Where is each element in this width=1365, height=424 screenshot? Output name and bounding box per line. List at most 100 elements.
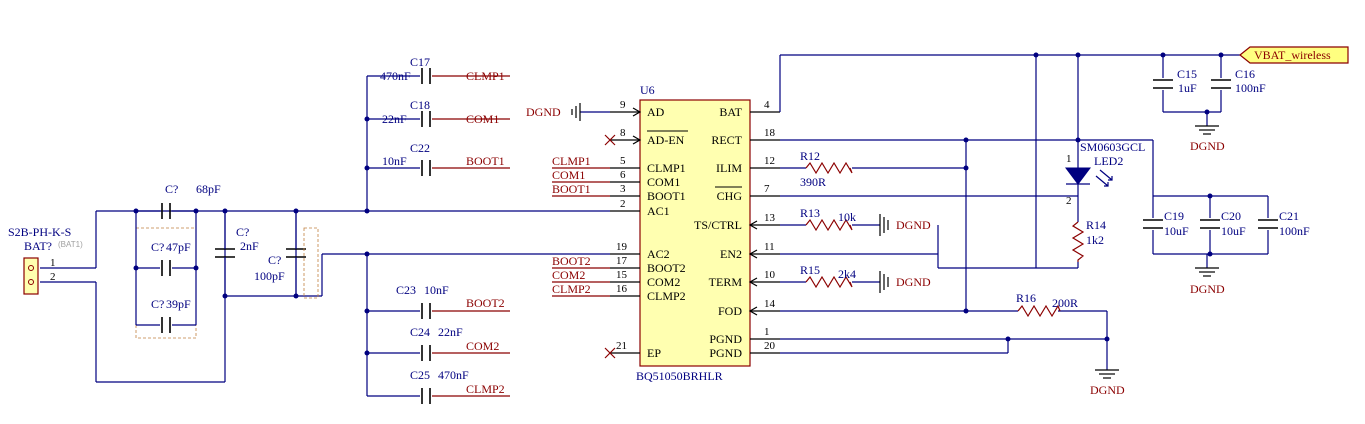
cap-ref: C23	[396, 283, 416, 297]
cap-value: 1uF	[1178, 81, 1197, 95]
cap-value: 470nF	[438, 368, 469, 382]
dgnd-label: DGND	[896, 218, 931, 232]
top-caps[interactable]: C17 470nF CLMP1 C18 22nF COM1 C22 10nF B…	[364, 55, 511, 176]
net-label: BOOT2	[466, 296, 505, 310]
cap-ref: C21	[1279, 209, 1299, 223]
pin-name: CLMP2	[647, 289, 686, 303]
pin-name: BOOT1	[647, 189, 686, 203]
net-label: COM1	[552, 168, 585, 182]
cap-ref: C18	[410, 98, 430, 112]
cap-value: 100nF	[1235, 81, 1266, 95]
battery-connector[interactable]: S2B-PH-K-S BAT? (BAT1) 1 2	[8, 225, 83, 295]
connector-ref-sub: (BAT1)	[58, 240, 83, 249]
dgnd-label: DGND	[1190, 139, 1225, 153]
pin-num: 21	[616, 340, 627, 352]
cap-value: 10nF	[382, 154, 407, 168]
power-port[interactable]: VBAT_wireless	[1239, 46, 1349, 64]
resonant-caps[interactable]: C? 68pF C? 47pF C? 39pF C? 2nF C? 100pF	[133, 182, 319, 339]
pin-num: 3	[620, 183, 626, 195]
power-port-label: VBAT_wireless	[1254, 48, 1331, 62]
schematic-canvas: U6 BQ51050BRHLR 9 AD 8 AD-EN 5 CLMP1 6 C…	[8, 46, 1349, 404]
cap-ref: C16	[1235, 67, 1255, 81]
resistor-value: 1k2	[1086, 233, 1104, 247]
dgnd-label: DGND	[896, 275, 931, 289]
connector-part: S2B-PH-K-S	[8, 225, 71, 239]
pin-num: 1	[1066, 153, 1072, 165]
pin-name: TS/CTRL	[694, 218, 742, 232]
pin-name: RECT	[711, 133, 742, 147]
dgnd-label: DGND	[1090, 383, 1125, 397]
ic-ref: U6	[640, 83, 655, 97]
pin-num: 1	[50, 257, 56, 269]
pin-num: 18	[764, 127, 776, 139]
pin-name: AD	[647, 105, 665, 119]
pin-num: 15	[616, 269, 628, 281]
cap-value: 100pF	[254, 269, 285, 283]
cap-value: 47pF	[166, 240, 191, 254]
ic-right-pin-lines	[750, 111, 780, 354]
pin-num: 2	[50, 271, 56, 283]
out-caps-top[interactable]: DGND C15 1uF C16 100nF	[1153, 55, 1266, 153]
connector-ref: BAT?	[24, 239, 52, 253]
cap-value: 100nF	[1279, 224, 1310, 238]
pin-name: PGND	[709, 346, 742, 360]
cap-ref: C?	[151, 297, 164, 311]
net-label: BOOT1	[552, 182, 591, 196]
pin-num: 19	[616, 241, 628, 253]
pin-num: 4	[764, 99, 770, 111]
cap-ref: C25	[410, 368, 430, 382]
resistor-value: 2k4	[838, 267, 856, 281]
cap-value: 10nF	[424, 283, 449, 297]
resistor-ref: R16	[1016, 291, 1036, 305]
cap-ref: C19	[1164, 209, 1184, 223]
out-caps-bottom[interactable]: DGND C19 10uF C20 10uF C21 100nF	[1143, 193, 1310, 297]
net-label: COM2	[466, 339, 499, 353]
cap-ref: C17	[410, 55, 430, 69]
pin-name: AC2	[647, 247, 670, 261]
resistors[interactable]: R12 390R R13 10k R15 2k4 R14 1k2 R16 200…	[800, 149, 1106, 318]
dgnd-symbol-ad: DGND	[526, 103, 610, 121]
resistor-value: 200R	[1052, 296, 1078, 310]
net-label: CLMP1	[552, 154, 591, 168]
ac-wiring	[40, 76, 610, 396]
cap-ref: C?	[268, 253, 281, 267]
resistor-ref: R12	[800, 149, 820, 163]
cap-value: 39pF	[166, 297, 191, 311]
pin-num: 2	[1066, 195, 1072, 207]
bottom-caps[interactable]: C23 10nF BOOT2 C24 22nF COM2 C25 470nF C…	[364, 283, 511, 404]
pin-num: 17	[616, 255, 628, 267]
pin-num: 10	[764, 269, 776, 281]
pin-name: BAT	[719, 105, 742, 119]
pin-num: 11	[764, 241, 775, 253]
pin-num: 6	[620, 169, 626, 181]
pin-num: 12	[764, 155, 775, 167]
pin-num: 9	[620, 99, 626, 111]
pin-name: TERM	[709, 275, 743, 289]
net-label: BOOT2	[552, 254, 591, 268]
cap-value: 2nF	[240, 239, 259, 253]
led-ref: LED2	[1094, 154, 1123, 168]
cap-ref: C15	[1177, 67, 1197, 81]
pin-num: 5	[620, 155, 626, 167]
dgnd-label: DGND	[1190, 282, 1225, 296]
dgnd-label: DGND	[526, 105, 561, 119]
net-label: CLMP2	[552, 282, 591, 296]
pin-num: 13	[764, 212, 776, 224]
cap-ref: C24	[410, 325, 430, 339]
cap-value: 470nF	[380, 69, 411, 83]
pin-num: 16	[616, 283, 628, 295]
led-part: SM0603GCL	[1080, 140, 1145, 154]
pin-num: 8	[620, 127, 626, 139]
net-label: CLMP1	[466, 69, 505, 83]
resistor-ref: R14	[1086, 218, 1106, 232]
pin-num: 2	[620, 198, 626, 210]
dgnd-symbol-pgnd: DGND	[1090, 369, 1125, 397]
cap-ref: C?	[165, 182, 178, 196]
pin-name: EP	[647, 346, 661, 360]
cap-ref: C?	[236, 225, 249, 239]
cap-value: 10uF	[1164, 224, 1189, 238]
ic-part-number: BQ51050BRHLR	[636, 369, 723, 383]
pin-name: AD-EN	[647, 133, 685, 147]
pin-num: 20	[764, 340, 776, 352]
net-label: COM1	[466, 112, 499, 126]
